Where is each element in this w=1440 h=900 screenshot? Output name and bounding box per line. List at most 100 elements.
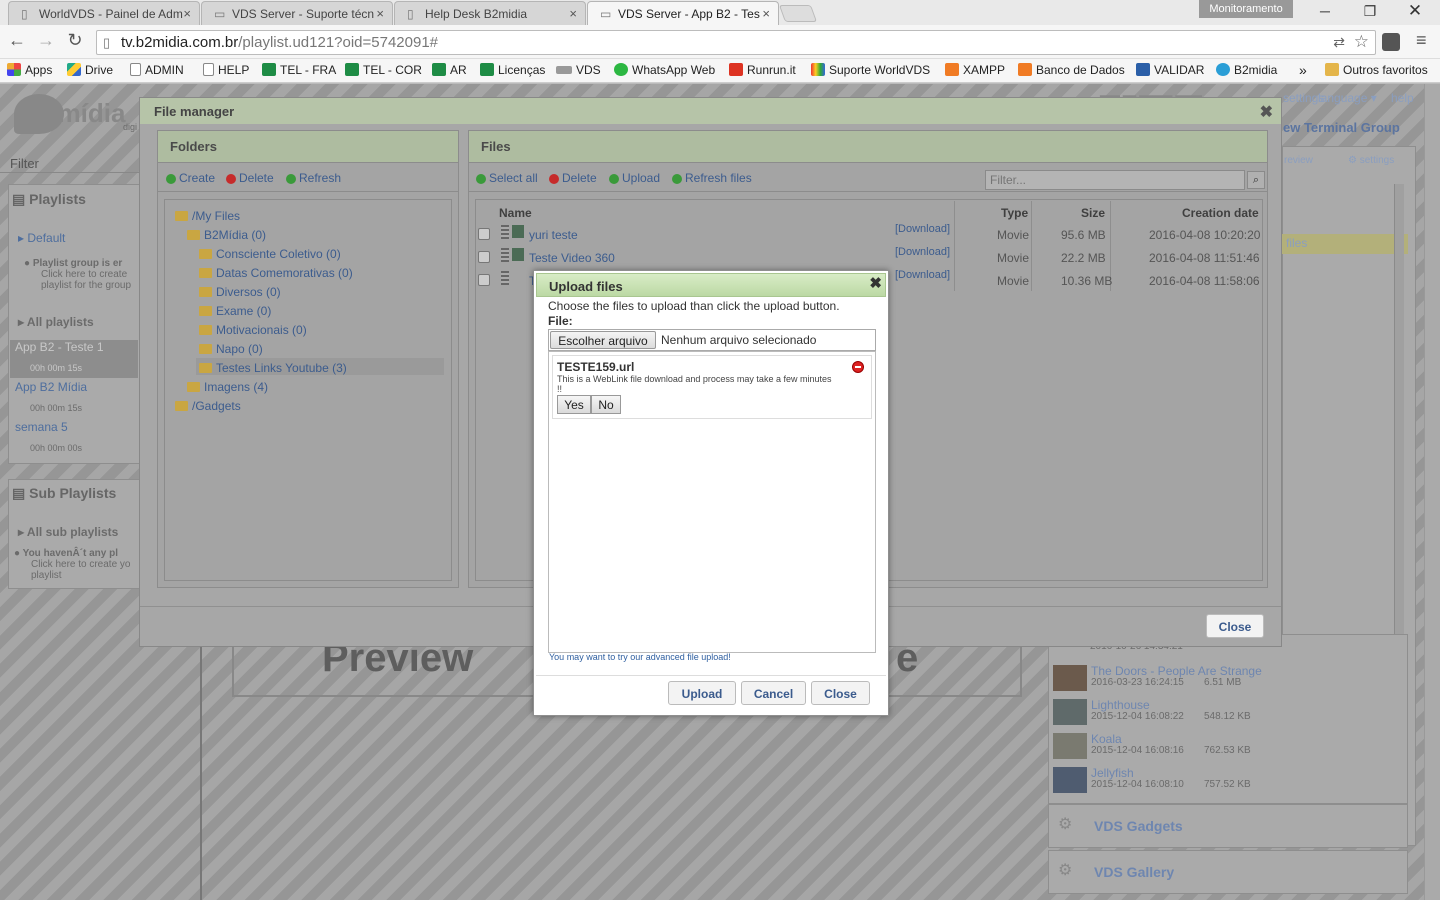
search-icon[interactable]: ⌕ — [1247, 171, 1265, 189]
files-filter-input[interactable] — [985, 170, 1245, 190]
column-header-type[interactable]: Type — [1001, 206, 1028, 220]
forward-icon[interactable]: → — [35, 30, 57, 51]
bookmark-drive[interactable]: Drive — [67, 63, 113, 77]
bookmark-licencas[interactable]: Licenças — [480, 63, 545, 77]
bookmark-apps[interactable]: Apps — [7, 63, 52, 77]
files-label[interactable]: files — [1286, 236, 1307, 250]
tree-item-my-files[interactable]: /My Files — [175, 209, 240, 223]
choose-file-button[interactable]: Escolher arquivo — [550, 331, 656, 349]
bookmark-runrun[interactable]: Runrun.it — [729, 63, 796, 77]
playlist-item[interactable]: App B2 Mídia — [15, 380, 87, 394]
media-name[interactable]: Jellyfish — [1091, 766, 1134, 780]
download-link[interactable]: [Download] — [895, 223, 950, 235]
bookmark-xampp[interactable]: XAMPP — [945, 63, 1005, 77]
new-terminal-group[interactable]: ew Terminal Group — [1283, 120, 1400, 135]
restore-icon[interactable]: ❐ — [1355, 3, 1385, 20]
bookmark-ar[interactable]: AR — [432, 63, 467, 77]
bookmark-vds[interactable]: VDS — [556, 63, 601, 77]
click-here-create-sub[interactable]: Click here to create yo — [31, 559, 131, 570]
reload-icon[interactable]: ↻ — [64, 30, 86, 51]
refresh-files-button[interactable]: Refresh files — [672, 171, 752, 185]
column-header-creation-date[interactable]: Creation date — [1182, 206, 1259, 220]
table-row[interactable]: Teste Video 360 [Download] Movie 22.2 MB… — [477, 246, 1263, 268]
close-icon[interactable]: × — [183, 6, 191, 21]
tree-item-motivacionais[interactable]: Motivacionais (0) — [199, 323, 307, 337]
cancel-button[interactable]: Cancel — [741, 681, 806, 705]
bookmark-validar[interactable]: VALIDAR — [1136, 63, 1204, 77]
row-checkbox[interactable] — [478, 228, 490, 240]
close-button[interactable]: Close — [811, 681, 870, 705]
page-info-icon[interactable]: ▯ — [103, 35, 110, 51]
extension-icon[interactable] — [1382, 33, 1400, 51]
minimize-icon[interactable]: ─ — [1310, 3, 1340, 19]
click-here-create[interactable]: Click here to create — [41, 269, 127, 280]
media-name[interactable]: Koala — [1091, 732, 1122, 746]
tree-item-exame[interactable]: Exame (0) — [199, 304, 271, 318]
close-icon[interactable]: × — [569, 6, 577, 21]
default-group[interactable]: ▸ Default — [18, 231, 65, 245]
upload-button[interactable]: Upload — [668, 681, 736, 705]
help-link[interactable]: help — [1391, 91, 1414, 105]
address-bar[interactable]: ▯ tv.b2midia.com.br/playlist.ud121?oid=5… — [96, 30, 1376, 55]
select-all-button[interactable]: Select all — [476, 171, 538, 185]
bookmark-whatsapp[interactable]: WhatsApp Web — [614, 63, 715, 77]
tree-item-imagens[interactable]: Imagens (4) — [187, 380, 268, 394]
translate-icon[interactable]: ⇄ — [1333, 34, 1345, 51]
bookmarks-overflow-chevron[interactable]: » — [1299, 62, 1307, 78]
drag-handle-icon[interactable] — [501, 271, 509, 285]
remove-icon[interactable] — [852, 361, 864, 373]
tree-item-diversos[interactable]: Diversos (0) — [199, 285, 281, 299]
tab-help-desk[interactable]: ▯ Help Desk B2midia × — [394, 1, 586, 25]
file-manager-close-button[interactable]: Close — [1206, 614, 1264, 638]
tree-item-consciente-coletivo[interactable]: Consciente Coletivo (0) — [199, 247, 341, 261]
bookmark-tel-cor[interactable]: TEL - COR — [345, 63, 422, 77]
upload-files-button[interactable]: Upload — [609, 171, 660, 185]
create-folder-button[interactable]: Create — [166, 171, 215, 185]
bookmark-b2midia[interactable]: B2midia — [1216, 63, 1277, 77]
back-icon[interactable]: ← — [6, 30, 28, 51]
page-scrollbar[interactable] — [1424, 84, 1440, 900]
bookmark-help[interactable]: HELP — [203, 63, 249, 77]
refresh-folders-button[interactable]: Refresh — [286, 171, 341, 185]
close-icon[interactable]: × — [376, 6, 384, 21]
media-name[interactable]: Lighthouse — [1091, 698, 1150, 712]
new-tab-button[interactable] — [778, 5, 818, 22]
row-checkbox[interactable] — [478, 251, 490, 263]
download-link[interactable]: [Download] — [895, 269, 950, 281]
yes-button[interactable]: Yes — [557, 395, 591, 414]
bookmark-other-folder[interactable]: Outros favoritos — [1325, 63, 1428, 77]
download-link[interactable]: [Download] — [895, 246, 950, 258]
bookmark-tel-fra[interactable]: TEL - FRA — [262, 63, 336, 77]
close-icon[interactable]: ✖ — [869, 274, 882, 292]
tree-item-napo[interactable]: Napo (0) — [199, 342, 263, 356]
delete-files-button[interactable]: Delete — [549, 171, 597, 185]
drag-handle-icon[interactable] — [501, 248, 509, 262]
file-input[interactable]: Escolher arquivo Nenhum arquivo selecion… — [548, 329, 876, 351]
column-header-size[interactable]: Size — [1081, 206, 1105, 220]
menu-icon[interactable]: ≡ — [1416, 30, 1427, 51]
tree-item-testes-links-youtube[interactable]: Testes Links Youtube (3) — [199, 361, 347, 375]
profile-badge[interactable]: Monitoramento — [1199, 0, 1293, 18]
playlist-item[interactable]: App B2 - Teste 1 — [15, 340, 104, 354]
file-name[interactable]: yuri teste — [529, 228, 578, 242]
bookmark-banco-dados[interactable]: Banco de Dados — [1018, 63, 1125, 77]
table-row[interactable]: yuri teste [Download] Movie 95.6 MB 2016… — [477, 223, 1263, 245]
tab-vds-app[interactable]: ▭ VDS Server - App B2 - Tes × — [587, 1, 779, 25]
all-playlists[interactable]: ▸ All playlists — [18, 315, 94, 329]
close-window-icon[interactable]: ✕ — [1400, 1, 1430, 21]
advanced-upload-link[interactable]: You may want to try our advanced file up… — [549, 652, 731, 662]
tree-item-datas-comemorativas[interactable]: Datas Comemorativas (0) — [199, 266, 353, 280]
bookmark-star-icon[interactable]: ☆ — [1354, 32, 1369, 52]
close-icon[interactable]: ✖ — [1260, 102, 1273, 122]
media-name[interactable]: The Doors - People Are Strange — [1091, 664, 1262, 678]
bookmark-suporte-worldvds[interactable]: Suporte WorldVDS — [811, 63, 930, 77]
bookmark-admin[interactable]: ADMIN — [130, 63, 184, 77]
file-name[interactable]: Teste Video 360 — [529, 251, 615, 265]
tab-vds-suporte[interactable]: ▭ VDS Server - Suporte técn × — [201, 1, 393, 25]
row-checkbox[interactable] — [478, 274, 490, 286]
tree-item-gadgets[interactable]: /Gadgets — [175, 399, 241, 413]
close-icon[interactable]: × — [762, 6, 770, 21]
preview-link[interactable]: review — [1284, 155, 1313, 166]
tree-item-b2midia[interactable]: B2Mídia (0) — [187, 228, 266, 242]
language-link[interactable]: language ▾ — [1318, 91, 1377, 105]
